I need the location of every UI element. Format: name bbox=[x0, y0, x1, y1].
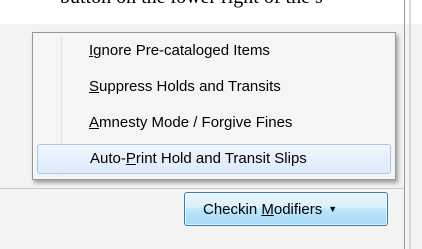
checkin-modifiers-menu: Ignore Pre-cataloged Items Suppress Hold… bbox=[32, 32, 396, 180]
cut-off-document-text: button on the lower right of the s bbox=[60, 0, 422, 16]
menu-item-ignore-pre-cataloged[interactable]: Ignore Pre-cataloged Items bbox=[37, 36, 391, 66]
menu-item-auto-print-slips[interactable]: Auto-Print Hold and Transit Slips bbox=[37, 144, 391, 174]
panel-divider bbox=[0, 188, 404, 189]
checkin-modifiers-button[interactable]: Checkin Modifiers ▼ bbox=[184, 192, 388, 226]
menu-item-amnesty-mode[interactable]: Amnesty Mode / Forgive Fines bbox=[37, 108, 391, 138]
mnemonic-s: S bbox=[89, 78, 100, 95]
panel-scrollbar-edge bbox=[404, 0, 405, 249]
mnemonic-a: A bbox=[89, 114, 100, 131]
panel-scrollbar-track bbox=[409, 0, 411, 249]
caret-down-icon: ▼ bbox=[328, 204, 338, 214]
mnemonic-p: P bbox=[125, 150, 136, 167]
mnemonic-m: M bbox=[261, 201, 274, 218]
menu-item-suppress-holds[interactable]: Suppress Holds and Transits bbox=[37, 72, 391, 102]
